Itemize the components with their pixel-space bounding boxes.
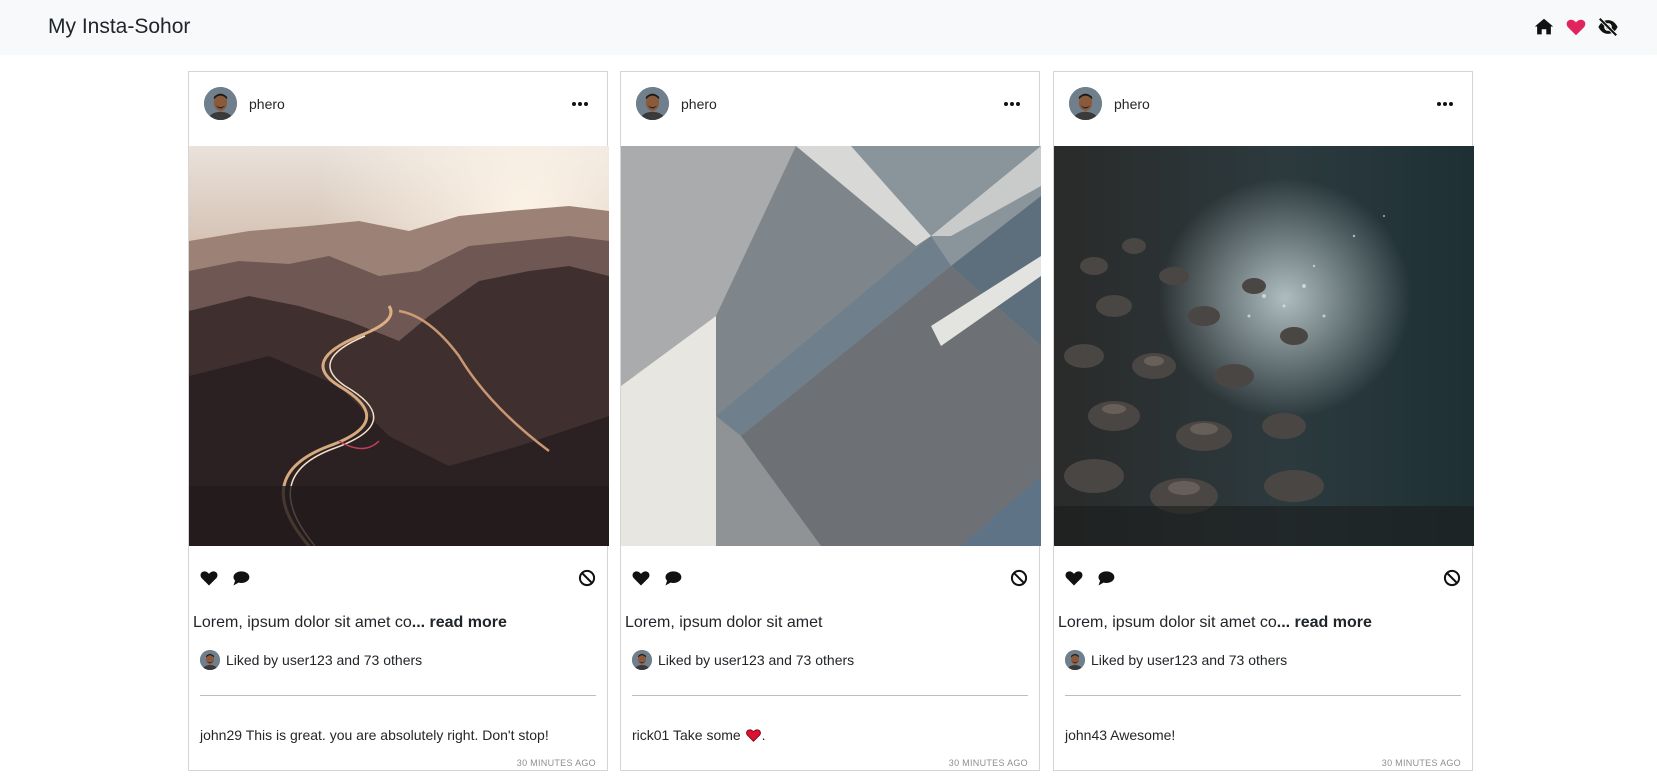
post-caption: Lorem, ipsum dolor sit amet co... read m… bbox=[1058, 614, 1372, 632]
caption-text: Lorem, ipsum dolor sit amet co bbox=[1058, 614, 1277, 631]
more-options-icon[interactable] bbox=[1003, 95, 1021, 113]
comment-icon[interactable] bbox=[1096, 568, 1116, 588]
post-image[interactable] bbox=[621, 146, 1041, 546]
read-more-link[interactable]: ... read more bbox=[1277, 614, 1372, 631]
post-header: phero bbox=[189, 72, 607, 147]
post-timestamp: 30 MINUTES AGO bbox=[1381, 758, 1461, 768]
heart-icon[interactable] bbox=[1565, 16, 1587, 38]
avatar[interactable] bbox=[636, 87, 669, 120]
divider bbox=[200, 695, 596, 696]
divider bbox=[632, 695, 1028, 696]
comment-icon[interactable] bbox=[663, 568, 683, 588]
eye-slash-icon[interactable] bbox=[1597, 16, 1619, 38]
ban-icon[interactable] bbox=[1442, 568, 1462, 588]
more-options-icon[interactable] bbox=[571, 95, 589, 113]
caption-text: Lorem, ipsum dolor sit amet bbox=[625, 614, 823, 631]
post-timestamp: 30 MINUTES AGO bbox=[948, 758, 1028, 768]
like-heart-icon[interactable] bbox=[199, 568, 219, 588]
comment-icon[interactable] bbox=[231, 568, 251, 588]
post-card: phero bbox=[1053, 71, 1474, 771]
ban-icon[interactable] bbox=[1009, 568, 1029, 588]
liker-avatar bbox=[200, 650, 220, 670]
likes-text[interactable]: Liked by user123 and 73 others bbox=[226, 652, 422, 668]
like-heart-icon[interactable] bbox=[631, 568, 651, 588]
comment-user[interactable]: john43 bbox=[1065, 727, 1107, 743]
liker-avatar bbox=[632, 650, 652, 670]
comment-text: Awesome! bbox=[1110, 727, 1176, 743]
comment-user[interactable]: john29 bbox=[200, 727, 242, 743]
post-caption: Lorem, ipsum dolor sit amet bbox=[625, 614, 822, 632]
divider bbox=[1065, 695, 1461, 696]
more-options-icon[interactable] bbox=[1436, 95, 1454, 113]
heart-emoji-icon bbox=[745, 729, 761, 742]
post-header: phero bbox=[1054, 72, 1472, 147]
home-icon[interactable] bbox=[1533, 16, 1555, 38]
post-actions bbox=[189, 565, 607, 591]
post-username[interactable]: phero bbox=[681, 96, 717, 112]
caption-text: Lorem, ipsum dolor sit amet co bbox=[193, 614, 412, 631]
app-title[interactable]: My Insta-Sohor bbox=[48, 15, 190, 39]
comment-suffix: . bbox=[761, 727, 766, 743]
post-image[interactable] bbox=[1054, 146, 1474, 546]
read-more-link[interactable]: ... read more bbox=[412, 614, 507, 631]
likes-text[interactable]: Liked by user123 and 73 others bbox=[1091, 652, 1287, 668]
post-card: phero bbox=[620, 71, 1041, 771]
ban-icon[interactable] bbox=[577, 568, 597, 588]
comment: rick01 Take some . bbox=[632, 727, 765, 743]
post-header: phero bbox=[621, 72, 1039, 147]
post-username[interactable]: phero bbox=[249, 96, 285, 112]
comment: john43 Awesome! bbox=[1065, 727, 1175, 743]
avatar[interactable] bbox=[1069, 87, 1102, 120]
post-actions bbox=[621, 565, 1039, 591]
liker-avatar bbox=[1065, 650, 1085, 670]
post-timestamp: 30 MINUTES AGO bbox=[516, 758, 596, 768]
likes-text[interactable]: Liked by user123 and 73 others bbox=[658, 652, 854, 668]
likes-info: Liked by user123 and 73 others bbox=[1065, 648, 1287, 672]
comment: john29 This is great. you are absolutely… bbox=[200, 727, 549, 743]
nav-icons bbox=[1533, 16, 1619, 38]
post-card: phero bbox=[188, 71, 609, 771]
like-heart-icon[interactable] bbox=[1064, 568, 1084, 588]
comment-user[interactable]: rick01 bbox=[632, 727, 669, 743]
post-caption: Lorem, ipsum dolor sit amet co... read m… bbox=[193, 614, 507, 632]
likes-info: Liked by user123 and 73 others bbox=[632, 648, 854, 672]
comment-text: This is great. you are absolutely right.… bbox=[245, 727, 549, 743]
post-image[interactable] bbox=[189, 146, 609, 546]
top-navbar: My Insta-Sohor bbox=[0, 0, 1657, 55]
avatar[interactable] bbox=[204, 87, 237, 120]
post-actions bbox=[1054, 565, 1472, 591]
likes-info: Liked by user123 and 73 others bbox=[200, 648, 422, 672]
post-username[interactable]: phero bbox=[1114, 96, 1150, 112]
comment-text: Take some bbox=[673, 727, 741, 743]
